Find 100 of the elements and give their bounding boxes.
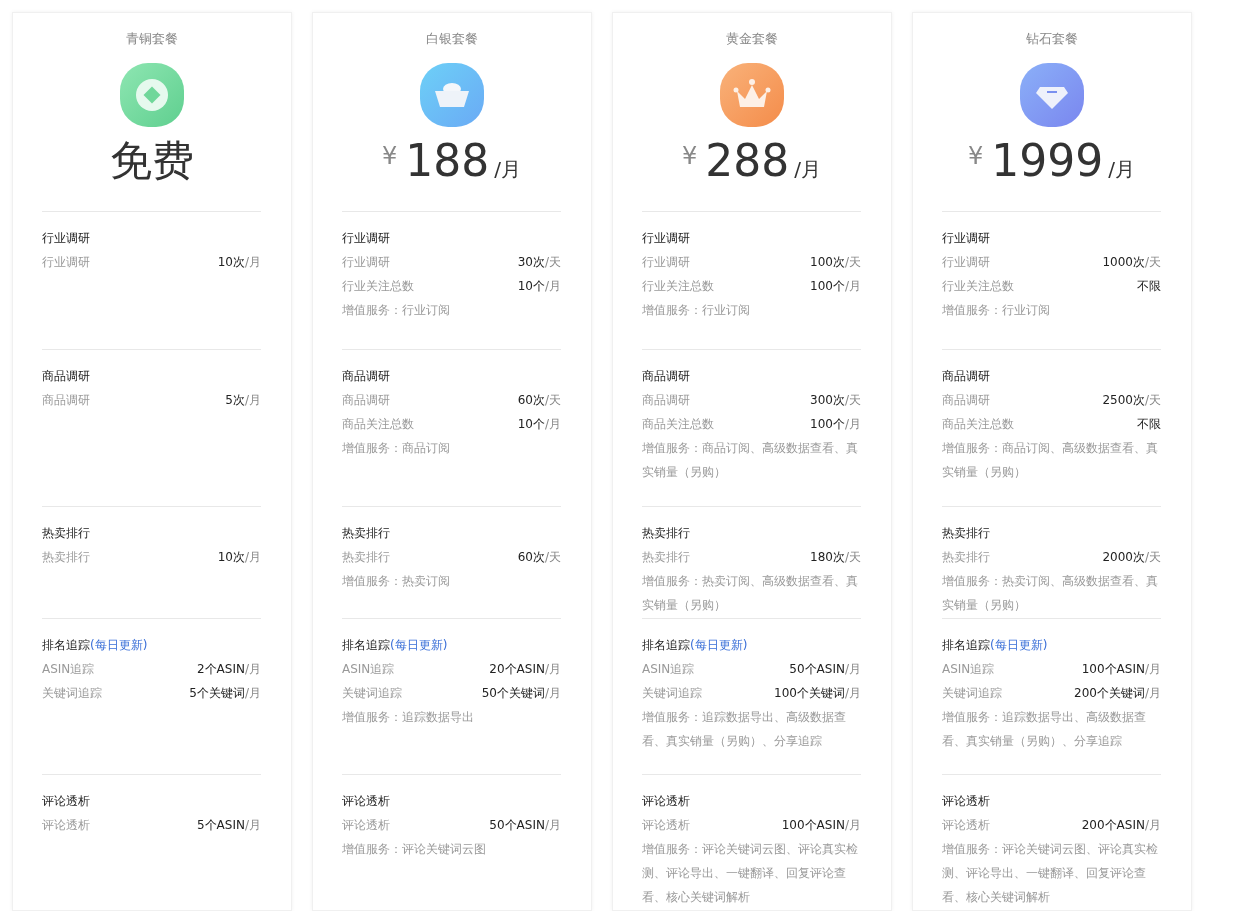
- plan-name: 钻石套餐: [1024, 30, 1079, 48]
- value-added-services: 增值服务：行业订阅: [942, 302, 1051, 319]
- feature-quota: 50个ASIN/月: [489, 817, 561, 834]
- coin-icon: [119, 63, 184, 127]
- feature-label: 行业关注总数: [342, 278, 414, 295]
- feature-quota: 10次/月: [217, 549, 261, 566]
- feature-quota: 30次/天: [517, 254, 561, 271]
- value-added-services: 增值服务：商品订阅、高级数据查看、真实销量（另购）: [942, 440, 1159, 481]
- feature-quota: 10个/月: [517, 416, 561, 433]
- feature-quota: 200个关键词/月: [1074, 685, 1161, 702]
- feature-label: 行业调研: [642, 254, 690, 271]
- value-added-services: 增值服务：评论关键词云图、评论真实检测、评论导出、一键翻译、回复评论查看、核心关键词解析: [942, 841, 1159, 906]
- feature-label: 热卖排行: [342, 549, 390, 566]
- value-added-services: 增值服务：评论关键词云图、评论真实检测、评论导出、一键翻译、回复评论查看、核心关键词解析: [642, 841, 859, 906]
- currency-symbol: ¥: [382, 141, 398, 172]
- feature-label: ASIN追踪: [642, 661, 695, 678]
- feature-label: 热卖排行: [42, 549, 90, 566]
- value-added-services: 增值服务：热卖订阅、高级数据查看、真实销量（另购）: [942, 573, 1159, 614]
- plan-name: 白银套餐: [424, 30, 479, 48]
- section-title: 排名追踪: [342, 638, 390, 652]
- feature-label: 商品调研: [942, 392, 990, 409]
- feature-quota: 100次/天: [810, 254, 861, 271]
- value-added-services: 增值服务：追踪数据导出: [342, 709, 475, 726]
- feature-quota: 不限: [1137, 278, 1161, 295]
- feature-quota: 100个/月: [810, 416, 861, 433]
- feature-label: ASIN追踪: [942, 661, 995, 678]
- section-title: 商品调研: [342, 369, 390, 383]
- price-amount: 免费: [109, 135, 194, 187]
- feature-label: 商品调研: [642, 392, 690, 409]
- feature-quota: 5个ASIN/月: [196, 817, 261, 834]
- section-title: 行业调研: [42, 231, 90, 245]
- feature-label: 热卖排行: [642, 549, 690, 566]
- update-note: (每日更新): [390, 638, 448, 652]
- feature-label: 评论透析: [642, 817, 690, 834]
- section-title: 行业调研: [342, 231, 390, 245]
- feature-quota: 50个ASIN/月: [789, 661, 861, 678]
- section-title: 评论透析: [42, 794, 90, 808]
- price-amount: 188: [405, 134, 490, 188]
- feature-label: 行业调研: [342, 254, 390, 271]
- section-title: 行业调研: [642, 231, 690, 245]
- section-title: 商品调研: [942, 369, 990, 383]
- feature-quota: 100个关键词/月: [774, 685, 861, 702]
- feature-label: 行业关注总数: [942, 278, 1014, 295]
- value-added-services: 增值服务：商品订阅: [342, 440, 451, 457]
- feature-label: 商品关注总数: [342, 416, 414, 433]
- update-note: (每日更新): [90, 638, 148, 652]
- feature-quota: 2个ASIN/月: [196, 661, 261, 678]
- feature-label: 关键词追踪: [642, 685, 702, 702]
- feature-label: 商品调研: [342, 392, 390, 409]
- feature-quota: 300次/天: [810, 392, 861, 409]
- feature-label: 评论透析: [942, 817, 990, 834]
- price-period: /月: [1108, 156, 1135, 183]
- section-title: 行业调研: [942, 231, 990, 245]
- value-added-services: 增值服务：评论关键词云图: [342, 841, 487, 858]
- feature-quota: 100个/月: [810, 278, 861, 295]
- feature-label: 商品关注总数: [642, 416, 714, 433]
- crown-icon: [719, 63, 784, 127]
- plan-name: 黄金套餐: [724, 30, 779, 48]
- feature-quota: 60次/天: [517, 549, 561, 566]
- section-title: 评论透析: [942, 794, 990, 808]
- feature-label: 商品关注总数: [942, 416, 1014, 433]
- feature-quota: 2000次/天: [1102, 549, 1161, 566]
- value-added-services: 增值服务：热卖订阅、高级数据查看、真实销量（另购）: [642, 573, 859, 614]
- feature-quota: 60次/天: [517, 392, 561, 409]
- value-added-services: 增值服务：行业订阅: [342, 302, 451, 319]
- section-title: 商品调研: [642, 369, 690, 383]
- feature-quota: 180次/天: [810, 549, 861, 566]
- price-amount: 288: [705, 134, 790, 188]
- feature-quota: 5次/月: [225, 392, 261, 409]
- section-title: 评论透析: [342, 794, 390, 808]
- section-title: 热卖排行: [642, 526, 690, 540]
- feature-label: 关键词追踪: [42, 685, 102, 702]
- section-title: 商品调研: [42, 369, 90, 383]
- feature-label: 关键词追踪: [342, 685, 402, 702]
- value-added-services: 增值服务：商品订阅、高级数据查看、真实销量（另购）: [642, 440, 859, 481]
- feature-label: 行业调研: [42, 254, 90, 271]
- feature-label: 商品调研: [42, 392, 90, 409]
- currency-symbol: ¥: [682, 141, 698, 172]
- plan-name: 青铜套餐: [124, 30, 179, 48]
- update-note: (每日更新): [990, 638, 1048, 652]
- feature-label: 评论透析: [342, 817, 390, 834]
- feature-quota: 1000次/天: [1102, 254, 1161, 271]
- section-title: 排名追踪: [942, 638, 990, 652]
- section-title: 热卖排行: [42, 526, 90, 540]
- currency-symbol: ¥: [968, 141, 984, 172]
- price-period: /月: [794, 156, 821, 183]
- feature-label: 关键词追踪: [942, 685, 1002, 702]
- section-title: 排名追踪: [642, 638, 690, 652]
- price-period: /月: [494, 156, 521, 183]
- feature-quota: 2500次/天: [1102, 392, 1161, 409]
- ingot-icon: [419, 63, 484, 127]
- value-added-services: 增值服务：追踪数据导出、高级数据查看、真实销量（另购）、分享追踪: [642, 709, 847, 750]
- feature-quota: 100个ASIN/月: [1081, 661, 1161, 678]
- section-title: 热卖排行: [942, 526, 990, 540]
- feature-label: 评论透析: [42, 817, 90, 834]
- feature-quota: 不限: [1137, 416, 1161, 433]
- feature-label: 行业关注总数: [642, 278, 714, 295]
- feature-quota: 50个关键词/月: [481, 685, 561, 702]
- feature-quota: 20个ASIN/月: [489, 661, 561, 678]
- section-title: 热卖排行: [342, 526, 390, 540]
